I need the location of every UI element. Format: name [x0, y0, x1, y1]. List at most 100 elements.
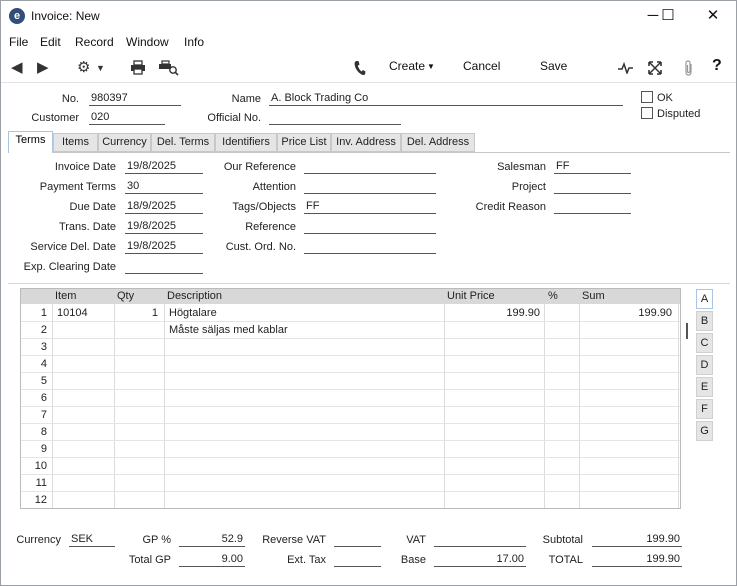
ext-tax-field[interactable] — [334, 553, 381, 567]
side-tab-a[interactable]: A — [696, 289, 713, 309]
table-row[interactable]: 9 — [21, 441, 680, 458]
chevron-down-icon[interactable]: ▼ — [96, 63, 105, 73]
qty-cell[interactable]: 1 — [116, 307, 158, 319]
customer-field[interactable]: 020 — [89, 111, 165, 125]
activity-icon[interactable] — [618, 61, 633, 77]
table-row[interactable]: 7 — [21, 407, 680, 424]
vat-field[interactable] — [434, 533, 526, 547]
table-row[interactable]: 6 — [21, 390, 680, 407]
unit-price-cell[interactable]: 199.90 — [446, 307, 540, 319]
description-cell[interactable]: Måste säljas med kablar — [169, 324, 439, 336]
create-chevron-down-icon[interactable]: ▼ — [427, 62, 435, 71]
ok-label: OK — [657, 92, 673, 104]
tab-items[interactable]: Items — [53, 133, 98, 152]
description-cell[interactable]: Högtalare — [169, 307, 439, 319]
table-row[interactable]: 4 — [21, 356, 680, 373]
project-field[interactable] — [554, 180, 631, 194]
our-reference-field[interactable] — [304, 160, 436, 174]
subtotal-field[interactable]: 199.90 — [592, 533, 682, 547]
menu-record[interactable]: Record — [75, 35, 114, 49]
item-cell[interactable]: 10104 — [57, 307, 112, 319]
side-tab-c[interactable]: C — [696, 333, 713, 353]
table-row[interactable]: 8 — [21, 424, 680, 441]
disputed-checkbox[interactable] — [641, 107, 653, 119]
payment-terms-field[interactable]: 30 — [125, 180, 203, 194]
paperclip-icon[interactable] — [683, 60, 695, 79]
side-tab-b[interactable]: B — [696, 311, 713, 331]
table-row[interactable]: 5 — [21, 373, 680, 390]
previous-record-icon[interactable]: ◀ — [11, 58, 23, 76]
menu-file[interactable]: File — [9, 35, 28, 49]
table-row[interactable]: 3 — [21, 339, 680, 356]
customer-label: Customer — [31, 112, 79, 124]
phone-icon[interactable] — [353, 60, 366, 79]
invoice-number-field[interactable]: 980397 — [89, 92, 181, 106]
save-button[interactable]: Save — [540, 59, 567, 73]
print-icon[interactable] — [130, 60, 146, 78]
salesman-field[interactable]: FF — [554, 160, 631, 174]
table-row[interactable]: 12 — [21, 492, 680, 508]
total-field[interactable]: 199.90 — [592, 553, 682, 567]
sum-cell[interactable]: 199.90 — [581, 307, 672, 319]
create-button[interactable]: Create — [389, 59, 425, 73]
column-qty[interactable]: Qty — [117, 290, 134, 302]
name-field[interactable]: A. Block Trading Co — [269, 92, 623, 106]
column-item[interactable]: Item — [55, 290, 76, 302]
column-sum[interactable]: Sum — [582, 290, 605, 302]
tab-currency[interactable]: Currency — [98, 133, 151, 152]
trans-date-field[interactable]: 19/8/2025 — [125, 220, 203, 234]
attention-field[interactable] — [304, 180, 436, 194]
invoice-date-field[interactable]: 19/8/2025 — [125, 160, 203, 174]
tab-del-terms[interactable]: Del. Terms — [151, 133, 215, 152]
table-row[interactable]: 1 10104 1 Högtalare 199.90 199.90 — [21, 305, 680, 322]
tab-identifiers[interactable]: Identifiers — [215, 133, 277, 152]
tab-terms[interactable]: Terms — [8, 131, 53, 153]
gp-percent-field[interactable]: 52.9 — [179, 533, 245, 547]
tab-price-list[interactable]: Price List — [277, 133, 331, 152]
credit-reason-field[interactable] — [554, 200, 631, 214]
table-row[interactable]: 2 Måste säljas med kablar — [21, 322, 680, 339]
reverse-vat-field[interactable] — [334, 533, 381, 547]
service-del-date-field[interactable]: 19/8/2025 — [125, 240, 203, 254]
next-record-icon[interactable]: ▶ — [37, 58, 49, 76]
gp-percent-label: GP % — [142, 534, 171, 546]
official-no-field[interactable] — [269, 111, 401, 125]
tags-objects-label: Tags/Objects — [232, 201, 296, 213]
side-tab-g[interactable]: G — [696, 421, 713, 441]
reference-field[interactable] — [304, 220, 436, 234]
column-description[interactable]: Description — [167, 290, 222, 302]
invoice-rows-grid: Item Qty Description Unit Price % Sum 11… — [20, 288, 681, 509]
total-gp-field[interactable]: 9.00 — [179, 553, 245, 567]
column-unit-price[interactable]: Unit Price — [447, 290, 495, 302]
currency-field[interactable]: SEK — [69, 533, 115, 547]
grid-scrollbar[interactable] — [686, 323, 688, 339]
menu-edit[interactable]: Edit — [40, 35, 61, 49]
section-divider — [8, 283, 730, 284]
side-tab-f[interactable]: F — [696, 399, 713, 419]
tab-del-address[interactable]: Del. Address — [401, 133, 475, 152]
toolbar: ◀ ▶ ⚙ ▼ Create ▼ Cancel Save ? — [1, 53, 736, 83]
table-row[interactable]: 10 — [21, 458, 680, 475]
menu-window[interactable]: Window — [126, 35, 169, 49]
due-date-field[interactable]: 18/9/2025 — [125, 200, 203, 214]
row-number: 9 — [40, 443, 47, 455]
ok-checkbox[interactable] — [641, 91, 653, 103]
close-button[interactable]: ✕ — [698, 5, 728, 27]
no-label: No. — [61, 93, 79, 105]
cust-ord-no-field[interactable] — [304, 240, 436, 254]
base-field[interactable]: 17.00 — [434, 553, 526, 567]
tab-inv-address[interactable]: Inv. Address — [331, 133, 401, 152]
table-row[interactable]: 11 — [21, 475, 680, 492]
gear-icon[interactable]: ⚙ — [77, 58, 90, 76]
maximize-button[interactable]: ☐ — [653, 5, 683, 27]
exp-clearing-date-field[interactable] — [125, 260, 203, 274]
column-percent[interactable]: % — [548, 290, 558, 302]
side-tab-e[interactable]: E — [696, 377, 713, 397]
help-icon[interactable]: ? — [712, 57, 722, 75]
side-tab-d[interactable]: D — [696, 355, 713, 375]
print-preview-icon[interactable] — [159, 60, 179, 79]
expand-icon[interactable] — [648, 61, 662, 78]
menu-info[interactable]: Info — [184, 35, 204, 49]
tags-objects-field[interactable]: FF — [304, 200, 436, 214]
cancel-button[interactable]: Cancel — [463, 59, 500, 73]
